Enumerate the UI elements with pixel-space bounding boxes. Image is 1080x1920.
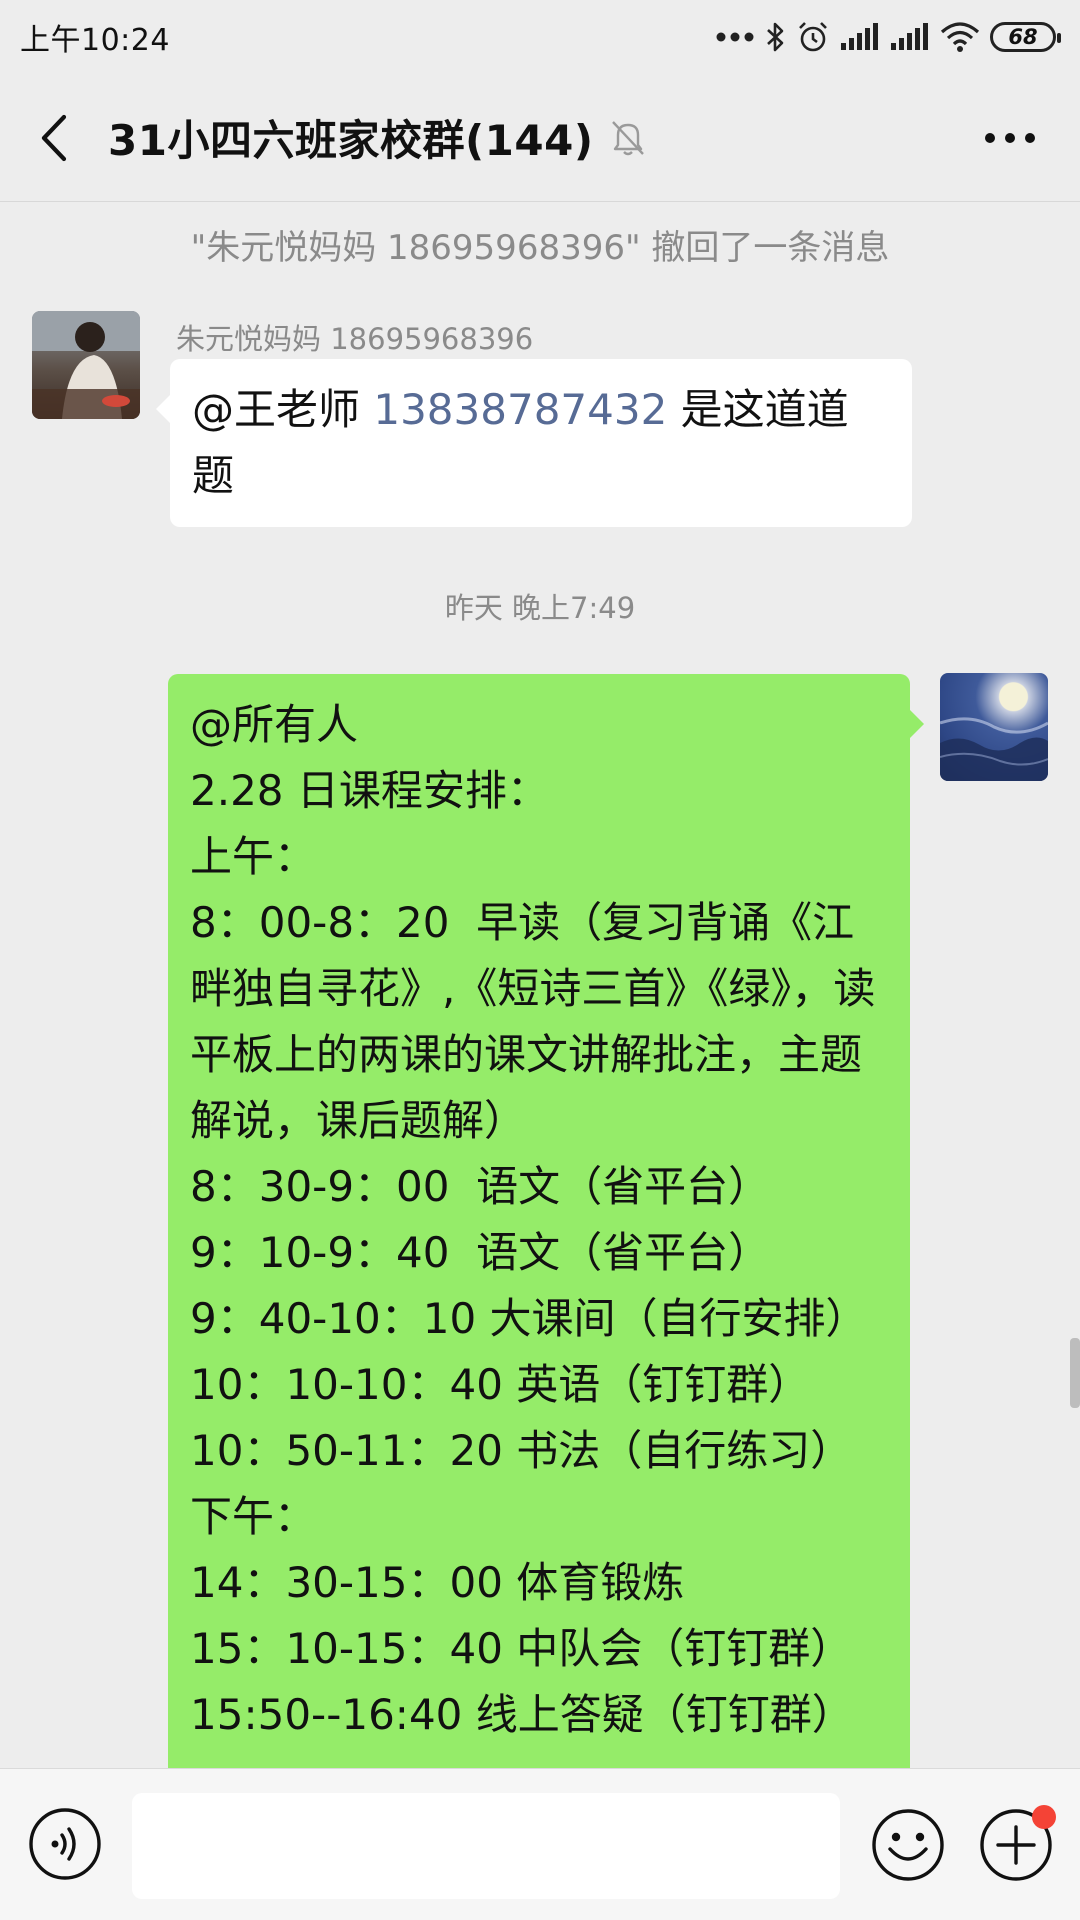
notification-dot [1032,1805,1056,1829]
timestamp: 昨天 晚上7:49 [444,591,636,625]
voice-button[interactable] [28,1807,102,1881]
chat-header: 31小四六班家校群(144) [0,74,1080,202]
emoji-icon [872,1809,944,1881]
mention-text: @王老师 [192,385,374,434]
sender-avatar[interactable] [32,311,140,419]
message-line: 15:50--16:40 线上答疑（钉钉群） [190,1690,854,1739]
wifi-icon [940,22,980,52]
scrollbar-thumb[interactable] [1070,1338,1080,1408]
message-line: 9：10-9：40 语文（省平台） [190,1228,771,1277]
alarm-icon [796,20,830,54]
message-line: 10：10-10：40 英语（钉钉群） [190,1360,811,1409]
message-line: 2.28 日课程安排： [190,766,549,815]
own-message-bubble[interactable]: @所有人 2.28 日课程安排： 上午： 8：00-8：20 早读（复习背诵《江… [168,674,924,1768]
my-avatar[interactable] [940,673,1048,781]
message-line: 9：40-10：10 大课间（自行安排） [190,1294,868,1343]
message-line: 8：00-8：20 早读（复习背诵《江畔独自寻花》,《短诗三首》《绿》，读平板上… [190,898,876,1145]
more-dots-icon [716,32,754,42]
message-line: 8：30-9：00 语文（省平台） [190,1162,771,1211]
chat-messages[interactable]: "朱元悦妈妈 18695968396" 撤回了一条消息 朱元悦妈妈 186959… [0,203,1080,1768]
status-time: 上午10:24 [20,23,170,58]
voice-icon [29,1808,101,1880]
message-line: 下午： [190,1492,317,1541]
more-horizontal-icon [985,132,1035,143]
phone-link[interactable]: 13838787432 [373,385,667,434]
message-line: @所有人 [190,700,359,749]
message-line: 15：10-15：40 中队会（钉钉群） [190,1624,853,1673]
input-bar [0,1768,1080,1920]
chat-title: 31小四六班家校群(144) [108,116,594,165]
back-button[interactable] [8,74,98,201]
sender-name: 朱元悦妈妈 18695968396 [176,322,534,356]
status-bar: 上午10:24 68 [0,0,1080,74]
message-line: 10：50-11：20 书法（自行练习） [190,1426,853,1475]
chevron-left-icon [41,114,67,161]
avatar-photo [32,311,140,419]
message-bubble[interactable]: @王老师 13838787432 是这道道题 [156,359,912,527]
battery-icon: 68 [990,22,1061,52]
avatar-photo [940,717,1048,781]
emoji-button[interactable] [870,1807,946,1883]
message-input[interactable] [132,1793,840,1899]
bell-off-icon [610,119,646,157]
message-line: 上午： [190,832,317,881]
message-line: 14：30-15：00 体育锻炼 [190,1558,685,1607]
bluetooth-icon [764,21,786,53]
status-icons: 68 [716,20,1061,54]
recall-notice: "朱元悦妈妈 18695968396" 撤回了一条消息 [190,228,890,268]
signal-icon [840,23,880,51]
more-options-button[interactable] [962,74,1058,201]
signal-icon [890,23,930,51]
